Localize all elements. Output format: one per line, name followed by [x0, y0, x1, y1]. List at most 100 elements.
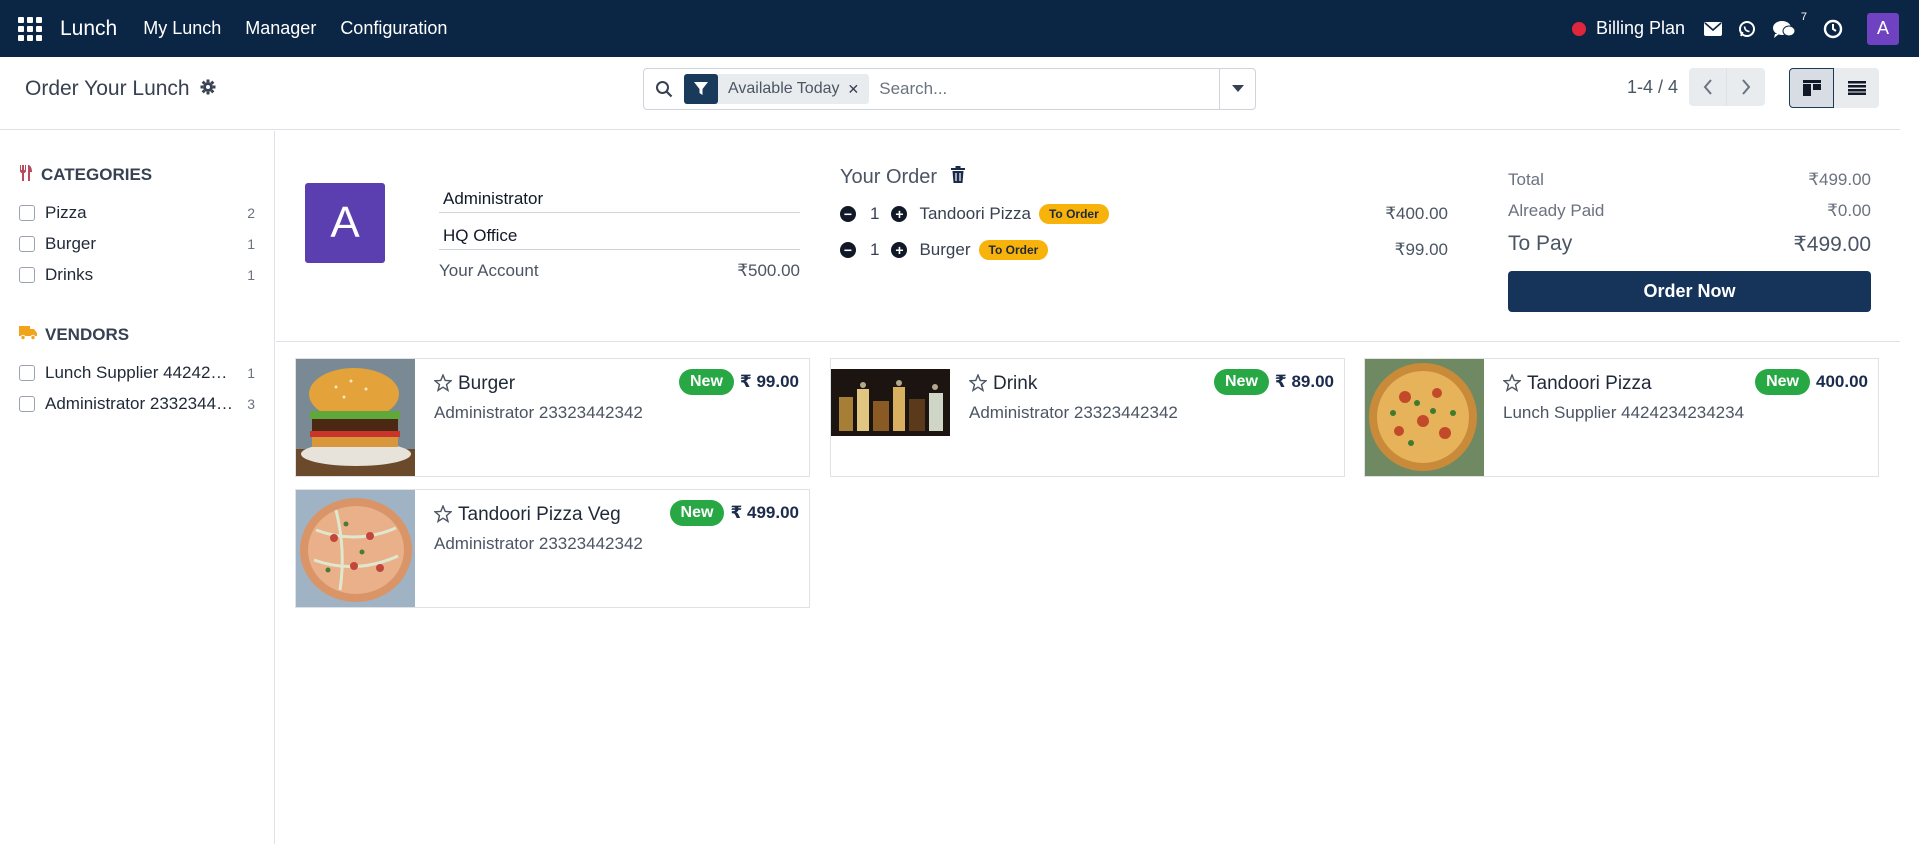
- page-title-text: Order Your Lunch: [25, 77, 190, 100]
- new-badge: New: [679, 369, 734, 395]
- favorite-star-icon[interactable]: [968, 373, 988, 397]
- order-line-price: ₹400.00: [1385, 204, 1448, 223]
- search-options-toggle[interactable]: [1219, 68, 1255, 110]
- order-line-status: To Order: [978, 240, 1049, 260]
- remove-facet-icon[interactable]: ✕: [848, 81, 870, 98]
- categories-section: CATEGORIES Pizza 2 Burger 1 Drinks 1: [19, 163, 259, 290]
- cutlery-icon: [19, 164, 33, 186]
- total-row: Total ₹499.00: [1508, 170, 1871, 190]
- vendor-filter-administrator[interactable]: Administrator 23323442342 3: [19, 388, 259, 419]
- order-line-quantity: 1: [870, 240, 880, 259]
- product-image-veg-pizza: [296, 490, 415, 607]
- product-card[interactable]: Tandoori Pizza Lunch Supplier 4424234234…: [1364, 358, 1879, 477]
- new-badge: New: [1755, 369, 1810, 395]
- category-filter-burger[interactable]: Burger 1: [19, 228, 259, 259]
- category-label: Burger: [45, 233, 97, 253]
- order-line-name: Burger: [919, 240, 971, 259]
- increase-quantity-icon[interactable]: +: [891, 206, 908, 222]
- whatsapp-icon[interactable]: [1737, 19, 1757, 39]
- control-panel: Order Your Lunch Available Today ✕ 1-4 /…: [0, 57, 1900, 130]
- new-badge: New: [1214, 369, 1269, 395]
- decrease-quantity-icon[interactable]: −: [840, 242, 856, 258]
- pager-buttons: [1689, 68, 1765, 106]
- product-card[interactable]: Burger Administrator 23323442342 New ₹ 9…: [295, 358, 810, 477]
- to-pay-value: ₹499.00: [1793, 233, 1871, 256]
- vendor-checkbox[interactable]: [19, 364, 35, 381]
- page-title: Order Your Lunch: [25, 77, 216, 101]
- search-input[interactable]: [879, 79, 1219, 99]
- pager-value[interactable]: 1-4 / 4: [1627, 77, 1678, 98]
- product-price: ₹ 99.00: [739, 372, 799, 391]
- vendor-filter-lunch-supplier[interactable]: Lunch Supplier 4424234234234 1: [19, 357, 259, 388]
- pager-next-button[interactable]: [1727, 68, 1765, 106]
- chat-count-badge: 7: [1800, 10, 1807, 23]
- chat-icon[interactable]: 7: [1771, 11, 1807, 39]
- search-panel: CATEGORIES Pizza 2 Burger 1 Drinks 1 VEN…: [0, 131, 275, 844]
- favorite-star-icon[interactable]: [433, 504, 453, 528]
- category-count: 1: [247, 235, 255, 252]
- order-line-quantity: 1: [870, 204, 880, 223]
- total-value: ₹499.00: [1808, 170, 1871, 189]
- menu-my-lunch[interactable]: My Lunch: [143, 18, 221, 39]
- increase-quantity-icon[interactable]: +: [891, 242, 908, 258]
- favorite-star-icon[interactable]: [1502, 373, 1522, 397]
- product-vendor: Administrator 23323442342: [434, 534, 643, 553]
- product-card-meta: New ₹ 89.00: [1214, 369, 1334, 395]
- app-grid-icon[interactable]: [18, 16, 42, 41]
- product-card-meta: New 400.00: [1755, 369, 1868, 395]
- vendors-header: VENDORS: [19, 323, 259, 347]
- category-checkbox[interactable]: [19, 266, 35, 283]
- mail-icon[interactable]: [1703, 19, 1723, 39]
- product-name: Burger: [458, 373, 516, 394]
- product-card[interactable]: Drink Administrator 23323442342 New ₹ 89…: [830, 358, 1345, 477]
- vendors-title: VENDORS: [45, 325, 130, 344]
- category-label: Drinks: [45, 264, 94, 284]
- to-pay-row: To Pay ₹499.00: [1508, 232, 1871, 257]
- app-brand[interactable]: Lunch: [60, 17, 117, 41]
- product-vendor: Administrator 23323442342: [969, 403, 1178, 422]
- paid-value: ₹0.00: [1827, 201, 1871, 220]
- category-checkbox[interactable]: [19, 204, 35, 221]
- search-icon[interactable]: [644, 80, 684, 98]
- vendor-label: Administrator 23323442342: [45, 393, 235, 413]
- product-vendor: Lunch Supplier 4424234234234: [1503, 403, 1745, 422]
- trash-icon[interactable]: [951, 166, 966, 189]
- order-line: − 1 + Burger To Order ₹99.00: [840, 237, 1448, 263]
- category-checkbox[interactable]: [19, 235, 35, 252]
- product-price: ₹ 89.00: [1274, 372, 1334, 391]
- category-count: 1: [247, 266, 255, 283]
- pager-previous-button[interactable]: [1689, 68, 1727, 106]
- categories-header: CATEGORIES: [19, 163, 259, 187]
- view-switcher: [1789, 68, 1879, 108]
- filter-icon: [684, 74, 718, 104]
- user-avatar[interactable]: A: [1867, 12, 1899, 45]
- category-filter-pizza[interactable]: Pizza 2: [19, 197, 259, 228]
- menu-manager[interactable]: Manager: [245, 18, 316, 39]
- vendor-count: 3: [247, 395, 255, 412]
- order-line-price: ₹99.00: [1394, 240, 1448, 259]
- product-card[interactable]: Tandoori Pizza Veg Administrator 2332344…: [295, 489, 810, 608]
- category-filter-drinks[interactable]: Drinks 1: [19, 259, 259, 290]
- favorite-star-icon[interactable]: [433, 373, 453, 397]
- product-image-pizza: [1365, 359, 1484, 476]
- product-image-drinks: [831, 359, 950, 476]
- account-value: ₹500.00: [737, 261, 800, 280]
- vendor-checkbox[interactable]: [19, 395, 35, 412]
- your-order-title: Your Order: [840, 166, 938, 188]
- clock-icon[interactable]: [1823, 19, 1843, 39]
- vendor-count: 1: [247, 364, 255, 381]
- order-now-button[interactable]: Order Now: [1508, 271, 1871, 312]
- decrease-quantity-icon[interactable]: −: [840, 206, 856, 222]
- order-line-status: To Order: [1038, 204, 1109, 224]
- new-badge: New: [669, 500, 725, 526]
- list-view-button[interactable]: [1834, 68, 1879, 108]
- search-bar: Available Today ✕: [643, 68, 1256, 110]
- account-label: Your Account: [439, 261, 539, 280]
- location-field[interactable]: HQ Office: [439, 220, 800, 250]
- search-facet: Available Today ✕: [684, 74, 870, 104]
- gear-icon[interactable]: [200, 79, 216, 100]
- user-field[interactable]: Administrator: [439, 183, 800, 213]
- billing-plan-link[interactable]: Billing Plan: [1596, 18, 1685, 39]
- kanban-view-button[interactable]: [1789, 68, 1834, 108]
- menu-configuration[interactable]: Configuration: [340, 18, 447, 39]
